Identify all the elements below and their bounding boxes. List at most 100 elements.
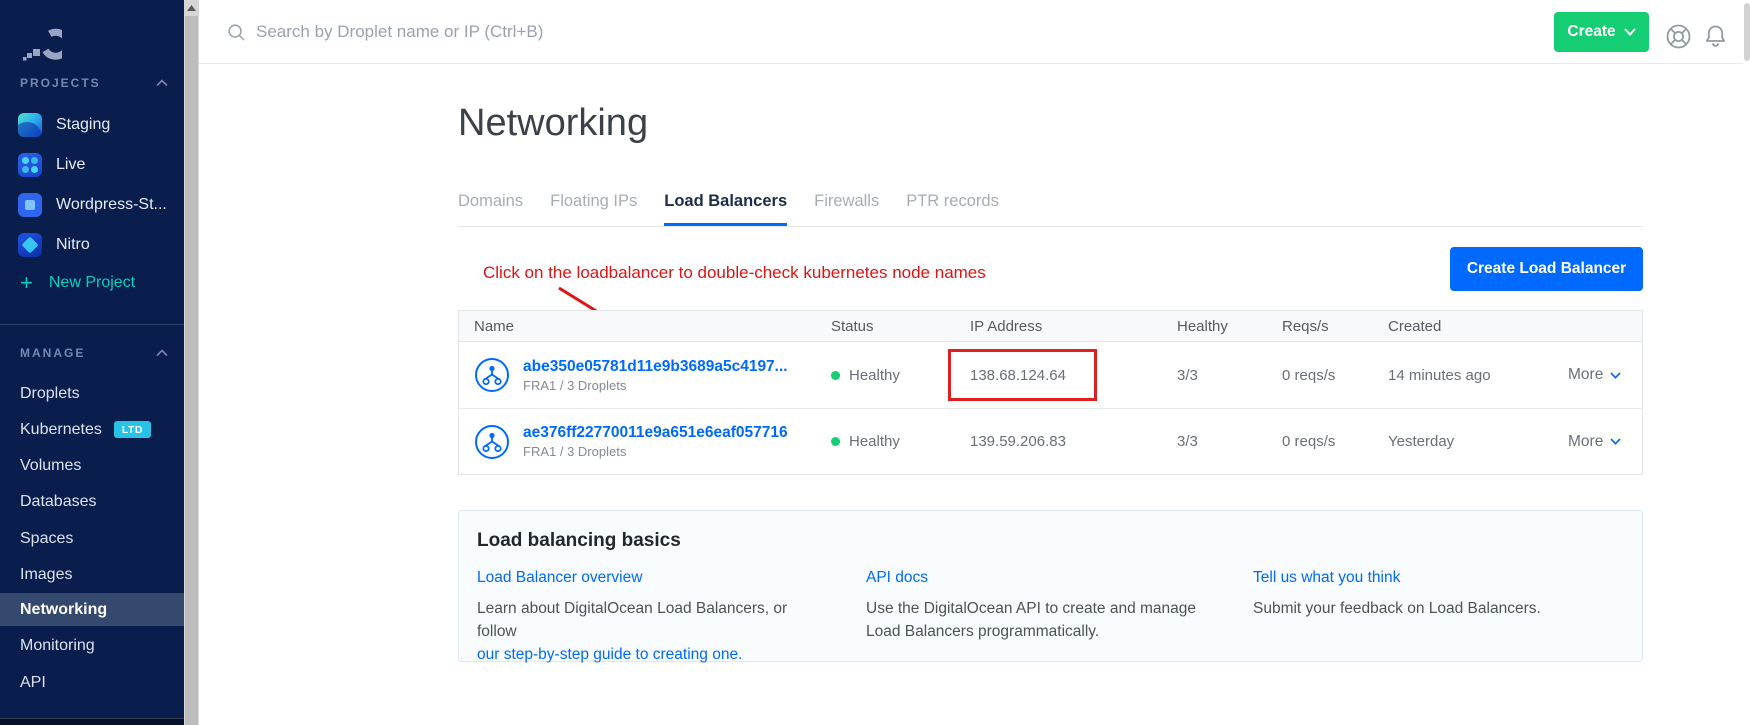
load-balancer-icon — [474, 424, 510, 460]
scrollbar-thumb[interactable] — [185, 16, 198, 725]
created-cell: 14 minutes ago — [1388, 367, 1568, 384]
search-bar — [227, 14, 847, 50]
name-cell: ae376ff22770011e9a651e6eaf057716 FRA1 / … — [459, 424, 831, 460]
load-balancer-region: FRA1 / 3 Droplets — [523, 444, 788, 459]
sidebar-item-monitoring[interactable]: Monitoring — [0, 629, 184, 662]
sidebar-item-volumes[interactable]: Volumes — [0, 449, 184, 482]
basics-text: Learn about DigitalOcean Load Balancers,… — [477, 600, 787, 640]
create-load-balancer-button[interactable]: Create Load Balancer — [1450, 247, 1643, 291]
basics-column-overview: Load Balancer overview Learn about Digit… — [477, 569, 866, 667]
status-cell: Healthy — [831, 433, 970, 450]
col-header-created: Created — [1388, 318, 1568, 335]
projects-section-header: PROJECTS — [20, 76, 168, 90]
nav-label: Monitoring — [20, 637, 95, 655]
tab-ptr-records[interactable]: PTR records — [906, 190, 999, 226]
create-button-label: Create — [1567, 23, 1615, 41]
more-label: More — [1568, 433, 1603, 451]
project-label: Wordpress-St... — [56, 196, 167, 214]
col-header-healthy: Healthy — [1177, 318, 1282, 335]
more-label: More — [1568, 366, 1603, 384]
basics-text: Submit your feedback on Load Balancers. — [1253, 598, 1605, 621]
project-label: Nitro — [56, 236, 90, 254]
project-icon-staging — [18, 113, 42, 137]
project-icon-nitro — [18, 233, 42, 257]
sidebar-project-live[interactable]: Live — [18, 152, 85, 178]
sidebar-project-wordpress[interactable]: Wordpress-St... — [18, 192, 167, 218]
healthy-count-cell: 3/3 — [1177, 433, 1282, 450]
created-cell: Yesterday — [1388, 433, 1568, 450]
ip-address-cell: 139.59.206.83 — [970, 433, 1177, 450]
chevron-up-icon[interactable] — [156, 79, 168, 87]
chevron-down-icon — [1610, 372, 1621, 379]
tab-load-balancers[interactable]: Load Balancers — [664, 190, 787, 226]
more-menu-button[interactable]: More — [1568, 366, 1642, 384]
red-annotation-text: Click on the loadbalancer to double-chec… — [483, 263, 986, 283]
plus-icon: + — [20, 272, 33, 294]
project-icon-wordpress — [18, 193, 42, 217]
sidebar-project-staging[interactable]: Staging — [18, 112, 110, 138]
scroll-up-arrow-icon[interactable] — [184, 0, 199, 15]
sidebar-item-databases[interactable]: Databases — [0, 485, 184, 518]
basics-title: Load balancing basics — [477, 530, 1624, 552]
sidebar-project-nitro[interactable]: Nitro — [18, 232, 90, 258]
nav-label: Networking — [20, 601, 107, 619]
basics-column-api: API docs Use the DigitalOcean API to cre… — [866, 569, 1253, 667]
page-scrollbar-thumb[interactable] — [1744, 3, 1750, 61]
new-project-button[interactable]: + New Project — [20, 271, 135, 295]
sidebar: PROJECTS Staging Live Wordpress-St... Ni… — [0, 0, 184, 725]
help-lifebuoy-icon[interactable] — [1665, 23, 1692, 50]
tab-firewalls[interactable]: Firewalls — [814, 190, 879, 226]
nav-label: Volumes — [20, 457, 81, 475]
col-header-name: Name — [459, 318, 831, 335]
basics-column-feedback: Tell us what you think Submit your feedb… — [1253, 569, 1624, 667]
manage-section-header: MANAGE — [20, 346, 168, 360]
projects-header-label: PROJECTS — [20, 76, 101, 90]
tab-domains[interactable]: Domains — [458, 190, 523, 226]
nav-label: Kubernetes — [20, 421, 102, 439]
sidebar-item-kubernetes[interactable]: Kubernetes LTD — [0, 413, 184, 446]
col-header-ip: IP Address — [970, 318, 1177, 335]
sidebar-item-images[interactable]: Images — [0, 558, 184, 591]
sidebar-item-networking[interactable]: Networking — [0, 593, 184, 626]
load-balancer-name-link[interactable]: abe350e05781d11e9b3689a5c4197... — [523, 358, 788, 376]
nav-label: Spaces — [20, 530, 73, 548]
feedback-link[interactable]: Tell us what you think — [1253, 569, 1400, 587]
nav-label: Images — [20, 566, 72, 584]
tab-floating-ips[interactable]: Floating IPs — [550, 190, 637, 226]
nav-label: Databases — [20, 493, 97, 511]
table-row: abe350e05781d11e9b3689a5c4197... FRA1 / … — [459, 342, 1642, 408]
step-by-step-guide-link[interactable]: our step-by-step guide to creating one. — [477, 644, 829, 667]
nav-label: API — [20, 674, 46, 692]
project-icon-live — [18, 153, 42, 177]
api-docs-link[interactable]: API docs — [866, 569, 928, 587]
basics-columns: Load Balancer overview Learn about Digit… — [477, 569, 1624, 667]
topbar: Create — [199, 0, 1743, 64]
status-label: Healthy — [849, 367, 900, 384]
healthy-count-cell: 3/3 — [1177, 367, 1282, 384]
requests-cell: 0 reqs/s — [1282, 433, 1388, 450]
load-balancer-name-link[interactable]: ae376ff22770011e9a651e6eaf057716 — [523, 424, 788, 442]
sidebar-scrollbar[interactable] — [184, 0, 199, 725]
search-input[interactable] — [256, 22, 816, 42]
digitalocean-logo-icon — [20, 22, 62, 64]
more-menu-button[interactable]: More — [1568, 433, 1642, 451]
app-root: PROJECTS Staging Live Wordpress-St... Ni… — [0, 0, 1750, 725]
chevron-down-icon — [1624, 28, 1636, 36]
tab-bar: Domains Floating IPs Load Balancers Fire… — [458, 190, 1643, 227]
chevron-up-icon[interactable] — [156, 349, 168, 357]
nav-label: Droplets — [20, 385, 80, 403]
notifications-bell-icon[interactable] — [1702, 23, 1729, 50]
create-button[interactable]: Create — [1554, 12, 1649, 52]
page-title: Networking — [458, 102, 648, 145]
table-row: ae376ff22770011e9a651e6eaf057716 FRA1 / … — [459, 408, 1642, 474]
sidebar-item-api[interactable]: API — [0, 666, 184, 699]
search-icon — [227, 23, 246, 42]
project-label: Live — [56, 156, 85, 174]
col-header-status: Status — [831, 318, 970, 335]
load-balancer-overview-link[interactable]: Load Balancer overview — [477, 569, 642, 587]
status-cell: Healthy — [831, 367, 970, 384]
sidebar-item-droplets[interactable]: Droplets — [0, 377, 184, 410]
ip-address-cell: 138.68.124.64 — [970, 367, 1177, 384]
manage-header-label: MANAGE — [20, 346, 85, 360]
sidebar-item-spaces[interactable]: Spaces — [0, 522, 184, 555]
